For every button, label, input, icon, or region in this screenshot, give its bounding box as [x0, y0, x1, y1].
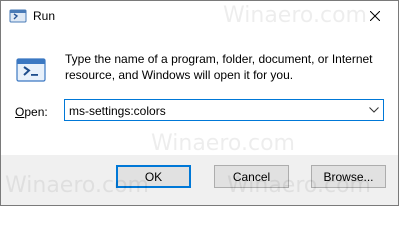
dialog-body: Type the name of a program, folder, docu…: [1, 31, 398, 156]
chevron-down-icon: [369, 107, 379, 113]
cancel-button[interactable]: Cancel: [214, 165, 289, 188]
open-combobox[interactable]: [64, 99, 384, 121]
dialog-description: Type the name of a program, folder, docu…: [65, 52, 373, 82]
browse-button[interactable]: Browse...: [311, 165, 386, 188]
open-input[interactable]: [69, 103, 349, 119]
run-dialog: Run Winaero.com Type the name of a progr…: [0, 0, 399, 206]
open-label: Open:: [15, 105, 48, 119]
close-button[interactable]: [352, 1, 398, 31]
open-label-text: pen:: [24, 105, 48, 119]
button-bar: OK Cancel Browse...: [1, 155, 398, 205]
title-bar[interactable]: Run: [1, 1, 398, 31]
watermark-text: Winaero.com: [151, 131, 295, 156]
open-label-accelerator: O: [15, 105, 25, 119]
ok-button[interactable]: OK: [116, 165, 191, 188]
dropdown-button[interactable]: [365, 100, 383, 120]
run-program-icon: [16, 58, 46, 82]
close-icon: [370, 11, 380, 21]
run-app-icon: [9, 9, 27, 23]
window-title: Run: [33, 9, 56, 23]
